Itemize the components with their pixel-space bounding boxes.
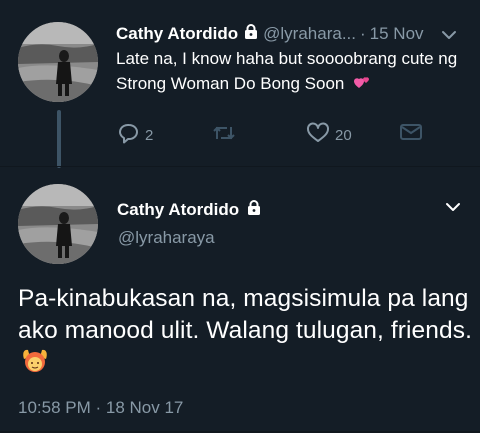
reply-button[interactable]: 2 (118, 122, 153, 148)
tweet-text: Pa-kinabukasan na, magsisimula pa lang a… (18, 283, 473, 384)
tweet-time[interactable]: 15 Nov (370, 24, 424, 44)
retweet-button[interactable] (212, 122, 241, 148)
reply-count: 2 (145, 126, 154, 144)
display-name-text: Cathy Atordido (117, 200, 240, 219)
tweet-header: Cathy Atordido @lyrahara... · 15 Nov (116, 22, 424, 46)
avatar[interactable] (18, 22, 98, 102)
thread-connector (57, 110, 61, 168)
like-button[interactable]: 20 (306, 122, 352, 148)
sparkling-hearts-icon (348, 74, 371, 93)
avatar[interactable] (18, 184, 98, 264)
lock-icon (244, 24, 258, 44)
chevron-down-icon[interactable] (444, 198, 462, 221)
like-count: 20 (335, 126, 352, 144)
person-gesturing-ok-icon (20, 347, 50, 384)
retweet-icon (212, 122, 236, 148)
tweet-timestamp[interactable]: 10:58 PM · 18 Nov 17 (18, 398, 183, 418)
direct-message-button[interactable] (399, 122, 423, 146)
envelope-icon (399, 122, 423, 146)
user-handle[interactable]: @lyrahara... (263, 24, 356, 44)
user-handle[interactable]: @lyraharaya (118, 228, 215, 248)
tweet-text: Late na, I know haha but soooobrang cute… (116, 49, 458, 93)
heart-icon (306, 122, 330, 148)
lock-icon (247, 200, 261, 220)
divider (0, 166, 480, 167)
reply-icon (118, 122, 140, 148)
display-name[interactable]: Cathy Atordido (116, 24, 238, 44)
display-name[interactable]: Cathy Atordido (117, 200, 266, 220)
separator: · (360, 24, 366, 43)
